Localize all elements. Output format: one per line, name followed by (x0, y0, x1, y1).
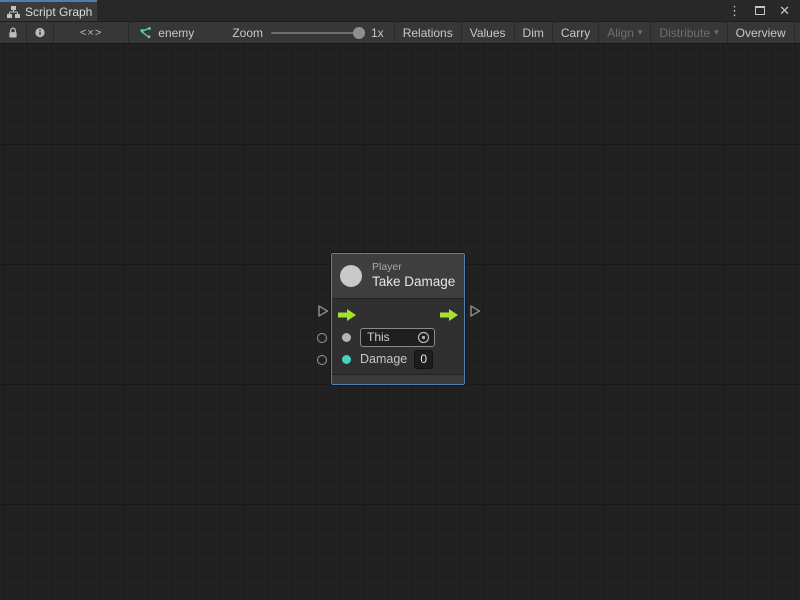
dim-button[interactable]: Dim (514, 22, 552, 43)
flow-in-arrow-icon[interactable] (338, 309, 356, 321)
node-title: Take Damage (372, 274, 455, 291)
damage-value-field[interactable]: 0 (414, 350, 433, 369)
graph-canvas[interactable]: Player Take Damage This (0, 44, 800, 600)
graph-toolbar: <×> enemy Zoom 1x Relations Values Dim (0, 21, 800, 44)
toggle-values-inspection-button[interactable]: <×> (54, 22, 128, 43)
lock-button[interactable] (0, 22, 26, 43)
maximize-icon[interactable] (755, 6, 765, 15)
take-damage-node[interactable]: Player Take Damage This (331, 253, 465, 385)
chevron-down-icon: ▾ (714, 27, 719, 38)
graph-breadcrumb[interactable]: enemy (129, 26, 204, 40)
damage-port-label: Damage (360, 352, 407, 366)
flow-out-arrow-icon[interactable] (440, 309, 458, 321)
angle-brackets-icon: <×> (62, 27, 120, 39)
flow-port-triangle-icon (317, 304, 329, 318)
tab-script-graph[interactable]: Script Graph (0, 0, 97, 21)
node-footer (332, 374, 464, 384)
flow-ports-row (332, 304, 464, 326)
damage-input-row: Damage 0 (332, 348, 464, 370)
window-controls: ⋮ ✕ (728, 0, 800, 21)
tabstrip-spacer (97, 0, 728, 21)
damage-value: 0 (420, 352, 427, 366)
zoom-slider-knob[interactable] (353, 27, 365, 39)
align-dropdown-button[interactable]: Align▾ (598, 22, 650, 43)
overview-button[interactable]: Overview (727, 22, 794, 43)
flow-port-triangle-icon (469, 304, 481, 318)
zoom-control: Zoom 1x (204, 26, 393, 40)
script-graph-icon (7, 6, 20, 18)
this-input-port-outer[interactable] (317, 333, 327, 343)
zoom-label: Zoom (232, 26, 263, 40)
flow-output-port-outer[interactable] (469, 304, 481, 321)
this-object-field[interactable]: This (360, 328, 435, 347)
lock-icon (8, 27, 18, 39)
node-header[interactable]: Player Take Damage (332, 254, 464, 299)
window-menu-icon[interactable]: ⋮ (728, 4, 741, 17)
object-picker-icon[interactable] (417, 331, 430, 344)
values-button[interactable]: Values (461, 22, 514, 43)
tab-strip: Script Graph ⋮ ✕ (0, 0, 800, 21)
distribute-dropdown-button[interactable]: Distribute▾ (650, 22, 726, 43)
zoom-value: 1x (371, 26, 384, 40)
chevron-down-icon: ▾ (638, 27, 643, 38)
this-input-row: This (332, 326, 464, 348)
carry-button[interactable]: Carry (552, 22, 598, 43)
damage-port-dot[interactable] (342, 355, 351, 364)
info-icon (35, 26, 45, 39)
close-icon[interactable]: ✕ (779, 4, 790, 17)
zoom-slider[interactable] (271, 32, 363, 34)
damage-input-port-outer[interactable] (317, 355, 327, 365)
info-button[interactable] (27, 22, 53, 43)
graph-icon (139, 26, 153, 39)
node-body: This Damage 0 (332, 299, 464, 384)
this-port-dot[interactable] (342, 333, 351, 342)
flow-input-port-outer[interactable] (317, 304, 329, 321)
node-target-label: Player (372, 261, 455, 274)
script-graph-window: Script Graph ⋮ ✕ <×> (0, 0, 800, 600)
node-titles: Player Take Damage (372, 261, 455, 291)
this-field-value: This (367, 330, 417, 344)
full-screen-button[interactable]: Full Screen (794, 22, 800, 43)
tab-title: Script Graph (25, 5, 92, 19)
graph-name-label: enemy (158, 26, 194, 40)
relations-button[interactable]: Relations (394, 22, 461, 43)
game-object-icon (340, 265, 362, 287)
